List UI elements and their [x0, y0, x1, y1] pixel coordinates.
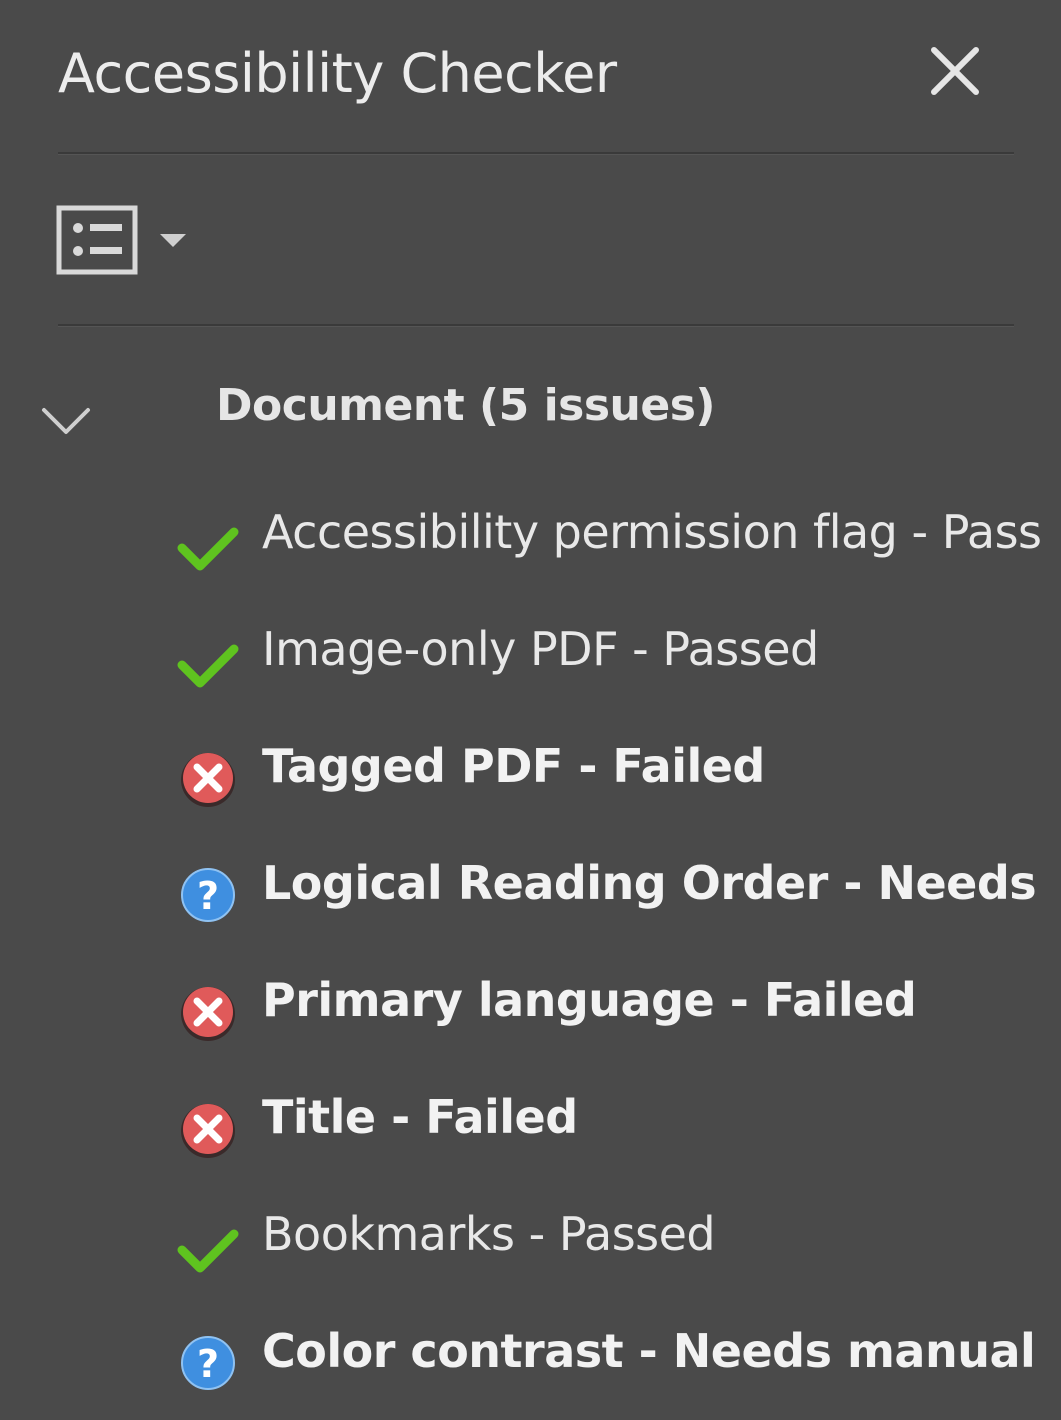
item-label: Tagged PDF - Failed	[262, 739, 765, 793]
list-item[interactable]: ? Color contrast - Needs manual check	[176, 1321, 1046, 1411]
list-item[interactable]: ? Logical Reading Order - Needs manual c…	[176, 853, 1046, 943]
list-item[interactable]: Tagged PDF - Failed	[176, 736, 1046, 826]
close-button[interactable]	[918, 34, 992, 108]
item-label: Logical Reading Order - Needs manual che…	[262, 856, 1042, 910]
list-item[interactable]: Title - Failed	[176, 1087, 1046, 1177]
chevron-down-icon	[42, 408, 90, 434]
check-icon	[177, 527, 239, 571]
svg-text:?: ?	[197, 1342, 219, 1386]
svg-text:?: ?	[197, 874, 219, 918]
group-label: Document (5 issues)	[216, 380, 716, 431]
item-label: Bookmarks - Passed	[262, 1207, 716, 1261]
item-label: Color contrast - Needs manual check	[262, 1324, 1042, 1378]
panel-title: Accessibility Checker	[58, 42, 617, 105]
error-icon	[181, 987, 235, 1041]
help-icon: ?	[181, 1336, 235, 1390]
list-item[interactable]: Image-only PDF - Passed	[176, 619, 1046, 709]
divider	[58, 152, 1014, 155]
error-icon	[181, 1104, 235, 1158]
close-icon	[931, 47, 979, 95]
help-icon: ?	[181, 868, 235, 922]
view-options-button[interactable]	[56, 204, 196, 278]
item-label: Image-only PDF - Passed	[262, 622, 819, 676]
check-icon	[177, 644, 239, 688]
item-label: Primary language - Failed	[262, 973, 917, 1027]
caret-down-icon	[160, 234, 186, 247]
accessibility-checker-panel: Accessibility Checker Document (5 issues…	[0, 0, 1061, 1420]
document-group-header[interactable]: Document (5 issues)	[0, 370, 1061, 450]
divider	[58, 324, 1014, 327]
item-label: Accessibility permission flag - Passed	[262, 505, 1042, 559]
list-item[interactable]: Primary language - Failed	[176, 970, 1046, 1060]
item-label: Title - Failed	[262, 1090, 578, 1144]
list-item[interactable]: Accessibility permission flag - Passed	[176, 502, 1046, 592]
list-view-icon	[56, 205, 138, 275]
check-icon	[177, 1229, 239, 1273]
list-item[interactable]: Bookmarks - Passed	[176, 1204, 1046, 1294]
error-icon	[181, 753, 235, 807]
